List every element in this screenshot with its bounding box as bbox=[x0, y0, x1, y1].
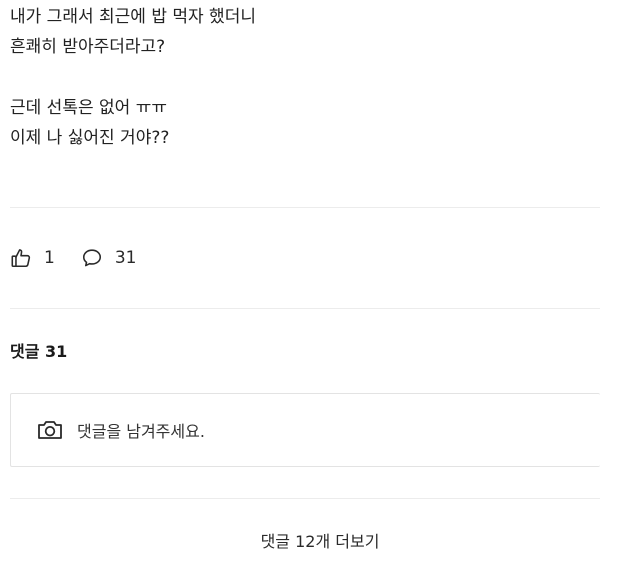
post-text-line: 근데 선톡은 없어 ㅠㅠ bbox=[10, 98, 167, 118]
comment-count: 31 bbox=[114, 248, 137, 268]
thumbs-up-icon bbox=[10, 247, 32, 269]
comment-count-button[interactable]: 31 bbox=[81, 247, 137, 269]
speech-bubble-icon bbox=[81, 247, 103, 269]
divider bbox=[10, 207, 600, 208]
comment-input-placeholder: 댓글을 남겨주세요. bbox=[77, 422, 205, 441]
post-text-line: 흔쾌히 받아주더라고? bbox=[10, 37, 166, 57]
reaction-bar: 1 31 bbox=[10, 244, 136, 272]
comments-heading: 댓글 31 bbox=[10, 342, 68, 361]
camera-icon[interactable] bbox=[37, 418, 63, 442]
comment-input[interactable]: 댓글을 남겨주세요. bbox=[10, 393, 600, 467]
post-text-line: 내가 그래서 최근에 밥 먹자 했더니 bbox=[10, 7, 256, 27]
more-comments-link[interactable]: 댓글 12개 더보기 bbox=[0, 528, 640, 556]
divider bbox=[10, 498, 600, 499]
like-count: 1 bbox=[44, 248, 55, 268]
like-button[interactable]: 1 bbox=[10, 247, 55, 269]
divider bbox=[10, 308, 600, 309]
post-text-line: 이제 나 싫어진 거야?? bbox=[10, 128, 170, 148]
post-body: 내가 그래서 최근에 밥 먹자 했더니 흔쾌히 받아주더라고? 근데 선톡은 없… bbox=[10, 2, 600, 153]
